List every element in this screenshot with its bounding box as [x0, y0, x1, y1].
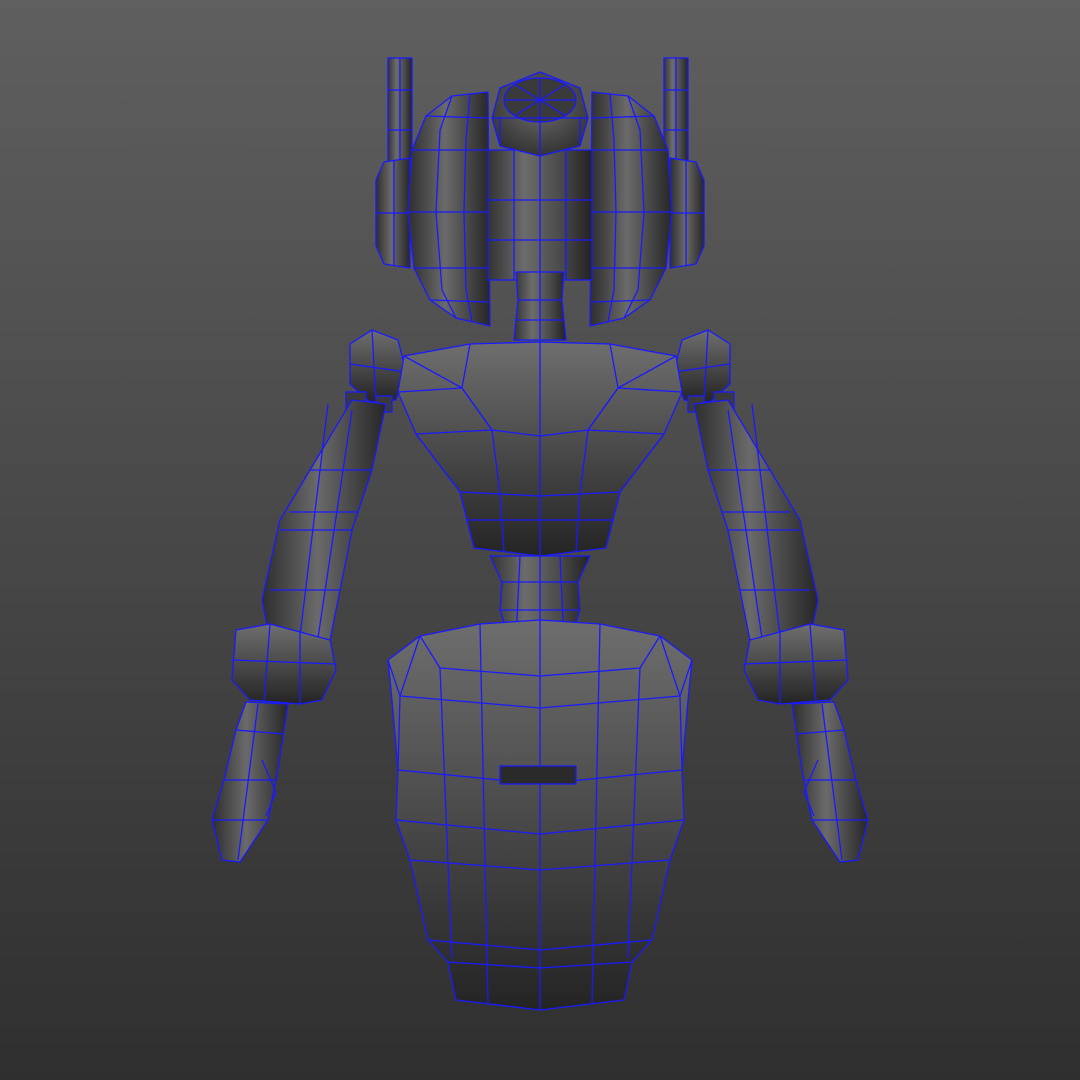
pot-base	[387, 619, 693, 1011]
arm-left	[231, 399, 387, 705]
head-cap	[491, 71, 589, 157]
neck	[513, 271, 567, 341]
3d-viewport[interactable]	[0, 0, 1080, 1080]
head-pod-right	[589, 91, 673, 327]
antenna-left	[387, 57, 413, 169]
ear-left	[375, 157, 411, 269]
arm-right	[693, 399, 849, 705]
hand-left	[211, 701, 289, 863]
torso	[397, 341, 683, 557]
robot-wireframe-model	[211, 57, 869, 1011]
head-core	[487, 149, 593, 281]
hand-right	[791, 701, 869, 863]
ear-right	[669, 157, 705, 269]
head-pod-left	[407, 91, 491, 327]
